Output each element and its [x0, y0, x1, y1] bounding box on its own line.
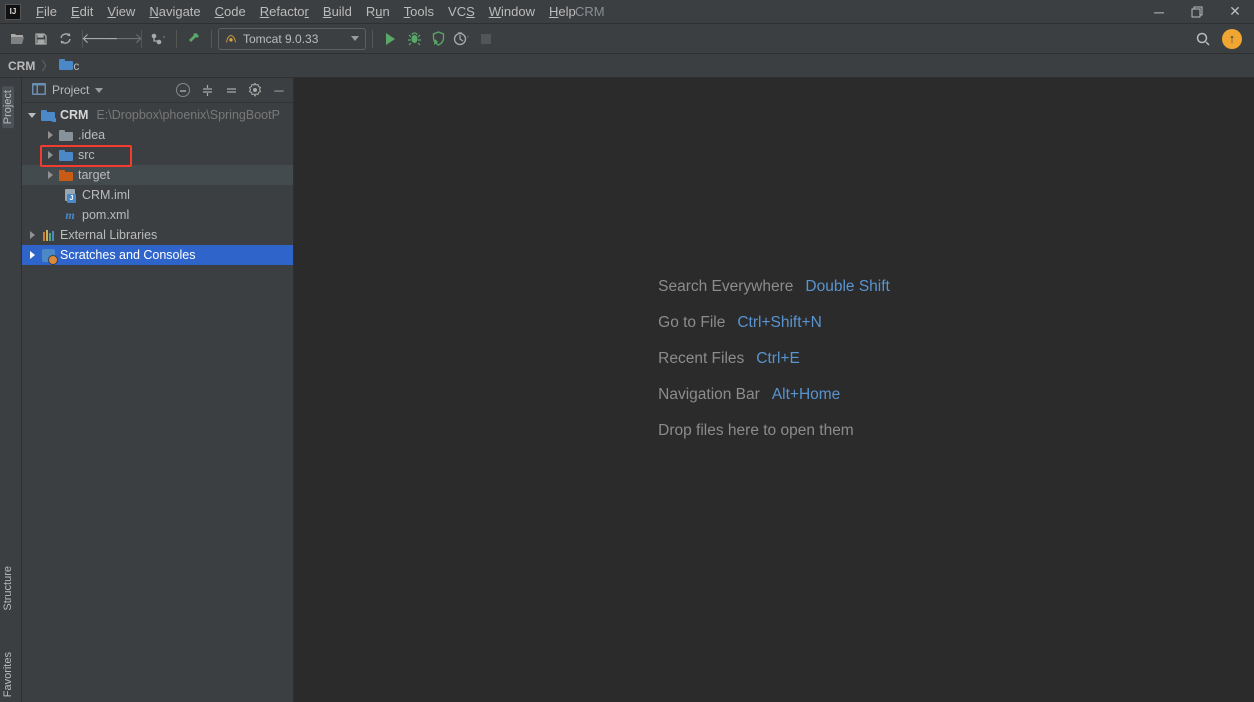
menu-code[interactable]: Code	[209, 2, 252, 21]
chevron-right-icon[interactable]	[30, 231, 35, 239]
project-tool-window: Project ─ CRM E:\Dropbox\phoenix\SpringB…	[22, 78, 294, 702]
tree-file-iml[interactable]: CRM.iml	[22, 185, 293, 205]
project-tool-tab[interactable]: Project	[2, 86, 14, 128]
separator	[372, 30, 373, 48]
update-available-icon[interactable]: ↑	[1222, 29, 1242, 49]
tip-row: Search Everywhere Double Shift	[658, 278, 890, 296]
run-icon[interactable]	[379, 28, 401, 50]
menu-file[interactable]: File	[30, 2, 63, 21]
menu-view[interactable]: View	[101, 2, 141, 21]
tree-folder-src[interactable]: src	[22, 145, 293, 165]
separator	[211, 30, 212, 48]
hide-panel-icon[interactable]: ─	[269, 80, 289, 100]
breadcrumb-root[interactable]: CRM	[8, 59, 35, 73]
tree-scratches[interactable]: Scratches and Consoles	[22, 245, 293, 265]
menu-navigate[interactable]: Navigate	[143, 2, 206, 21]
save-all-icon[interactable]	[30, 28, 52, 50]
collapse-all-icon[interactable]	[221, 80, 241, 100]
menu-run[interactable]: Run	[360, 2, 396, 21]
tip-row: Drop files here to open them	[658, 422, 890, 440]
project-panel-header: Project ─	[22, 78, 293, 103]
tree-folder-idea[interactable]: .idea	[22, 125, 293, 145]
stop-icon	[475, 28, 497, 50]
chevron-right-icon[interactable]	[48, 131, 53, 139]
scratches-icon	[40, 247, 56, 263]
menu-window[interactable]: Window	[483, 2, 541, 21]
project-view-icon	[32, 83, 46, 98]
tree-file-pom[interactable]: m pom.xml	[22, 205, 293, 225]
chevron-down-icon[interactable]	[28, 113, 36, 118]
run-config-label: Tomcat 9.0.33	[243, 32, 318, 46]
select-opened-file-icon[interactable]	[173, 80, 193, 100]
menu-bar: IJ File Edit View Navigate Code Refactor…	[0, 0, 1254, 24]
folder-icon	[58, 127, 74, 143]
editor-tips: Search Everywhere Double Shift Go to Fil…	[658, 278, 890, 440]
tomcat-icon	[225, 33, 237, 45]
main-area: Project Structure Favorites Project ─	[0, 78, 1254, 702]
chevron-right-icon[interactable]	[48, 151, 53, 159]
tree-folder-target[interactable]: target	[22, 165, 293, 185]
sync-icon[interactable]	[54, 28, 76, 50]
menu-edit[interactable]: Edit	[65, 2, 99, 21]
coverage-icon[interactable]	[427, 28, 449, 50]
maven-file-icon: m	[62, 207, 78, 223]
forward-icon: 🡒	[113, 28, 135, 50]
menu-vcs[interactable]: VCS	[442, 2, 481, 21]
menu-build[interactable]: Build	[317, 2, 358, 21]
window-title: CRM	[575, 4, 605, 19]
maximize-button[interactable]	[1178, 0, 1216, 24]
breadcrumb-item[interactable]: src	[59, 59, 79, 73]
tip-row: Go to File Ctrl+Shift+N	[658, 314, 890, 332]
menu-refactor[interactable]: Refactor	[254, 2, 315, 21]
breadcrumb-chevron-icon: 〉	[41, 57, 53, 74]
navigation-bar[interactable]: CRM 〉 src	[0, 54, 1254, 78]
tip-row: Recent Files Ctrl+E	[658, 350, 890, 368]
main-toolbar: 🡐 🡒 Tomcat 9.0.33 ↑	[0, 24, 1254, 54]
tree-external-libraries[interactable]: External Libraries	[22, 225, 293, 245]
structure-tool-tab[interactable]: Structure	[2, 562, 14, 615]
close-button[interactable]: ✕	[1216, 0, 1254, 24]
minimize-button[interactable]: ─	[1140, 0, 1178, 24]
separator	[176, 30, 177, 48]
excluded-folder-icon	[58, 167, 74, 183]
project-header-label: Project	[52, 83, 89, 97]
left-tool-stripe: Project Structure Favorites	[0, 78, 22, 702]
open-icon[interactable]	[6, 28, 28, 50]
project-view-selector[interactable]: Project	[26, 81, 109, 100]
chevron-right-icon[interactable]	[48, 171, 53, 179]
project-tree[interactable]: CRM E:\Dropbox\phoenix\SpringBootP .idea…	[22, 103, 293, 265]
menu-tools[interactable]: Tools	[398, 2, 440, 21]
vcs-dropdown-icon[interactable]	[148, 28, 170, 50]
editor-empty-state[interactable]: Search Everywhere Double Shift Go to Fil…	[294, 78, 1254, 702]
expand-all-icon[interactable]	[197, 80, 217, 100]
module-icon	[40, 107, 56, 123]
chevron-right-icon[interactable]	[30, 251, 35, 259]
iml-file-icon	[62, 187, 78, 203]
build-icon[interactable]	[183, 28, 205, 50]
settings-icon[interactable]	[245, 80, 265, 100]
libraries-icon	[40, 227, 56, 243]
chevron-down-icon	[351, 36, 359, 41]
run-config-selector[interactable]: Tomcat 9.0.33	[218, 28, 366, 50]
favorites-tool-tab[interactable]: Favorites	[2, 648, 14, 701]
chevron-down-icon	[95, 88, 103, 93]
tree-root[interactable]: CRM E:\Dropbox\phoenix\SpringBootP	[22, 105, 293, 125]
profiler-dropdown-icon[interactable]	[451, 28, 473, 50]
source-folder-icon	[58, 147, 74, 163]
debug-icon[interactable]	[403, 28, 425, 50]
tip-row: Navigation Bar Alt+Home	[658, 386, 890, 404]
search-everywhere-icon[interactable]	[1192, 28, 1214, 50]
app-logo-icon: IJ	[4, 3, 22, 21]
